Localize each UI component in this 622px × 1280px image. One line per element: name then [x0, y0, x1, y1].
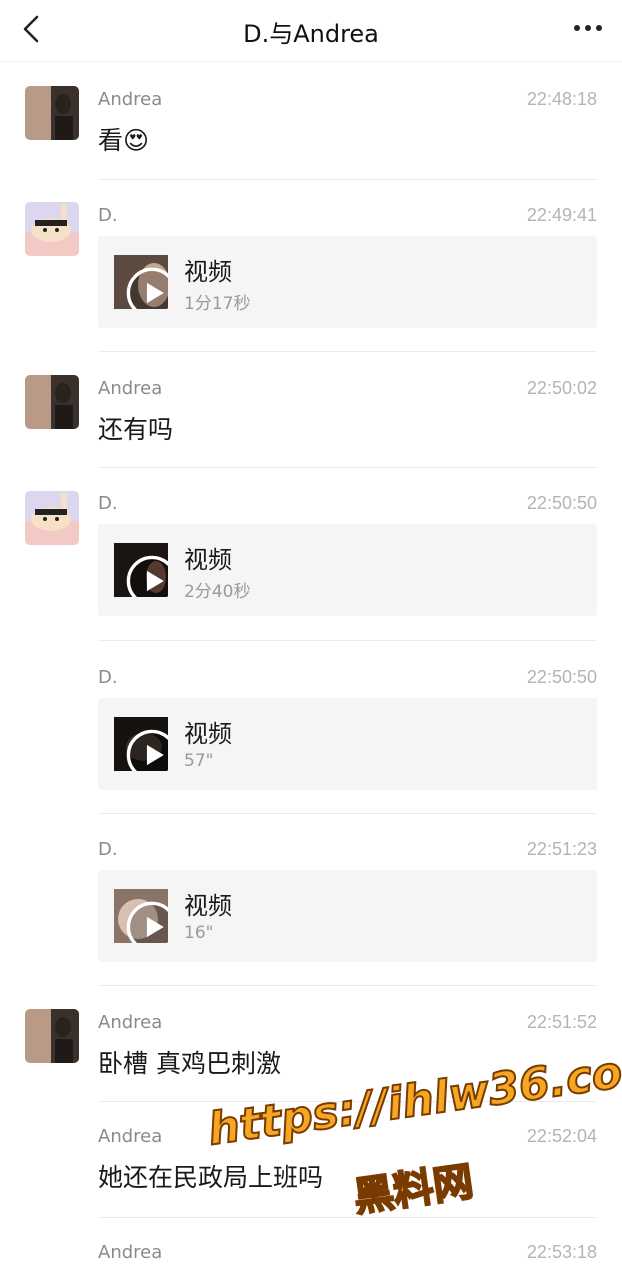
message-time: 22:52:04 [526, 1126, 597, 1146]
video-thumbnail [114, 889, 168, 943]
chat-header: D.与Andrea [0, 0, 622, 62]
message-text[interactable]: 卧槽 真鸡巴刺激 [98, 1044, 281, 1080]
chat-message: Andrea 22:48:18 看😍 [0, 62, 622, 180]
message-time: 22:51:52 [526, 1012, 597, 1032]
chat-message: D. 22:50:50 视频 57" [0, 642, 622, 814]
video-thumbnail [114, 255, 168, 309]
message-time: 22:49:41 [526, 205, 597, 225]
message-time: 22:51:23 [526, 839, 597, 859]
video-duration: 1分17秒 [184, 294, 251, 314]
video-duration: 2分40秒 [184, 582, 251, 602]
video-duration: 57" [184, 751, 214, 771]
message-text[interactable]: 看😍 [98, 121, 149, 157]
avatar-d[interactable] [25, 491, 79, 545]
chat-title: D.与Andrea [243, 20, 379, 48]
sender-name: Andrea [98, 1242, 163, 1263]
sender-name: D. [98, 667, 118, 688]
message-time: 22:48:18 [526, 89, 597, 109]
play-icon [126, 729, 168, 771]
sender-name: D. [98, 839, 118, 860]
message-feed[interactable]: Andrea 22:48:18 看😍 D. 22:49:41 视频 1分17秒 … [0, 62, 622, 1280]
avatar-andrea[interactable] [25, 1009, 79, 1063]
play-icon [126, 555, 168, 597]
video-title: 视频 [184, 258, 232, 286]
video-thumbnail [114, 717, 168, 771]
message-time: 22:53:18 [526, 1242, 597, 1262]
sender-name: Andrea [98, 378, 163, 399]
more-button[interactable] [570, 14, 606, 42]
video-card[interactable]: 视频 2分40秒 [98, 524, 597, 616]
video-duration: 16" [184, 923, 214, 943]
chat-message: Andrea 22:52:04 她还在民政局上班吗 [0, 1102, 622, 1218]
divider [98, 640, 597, 641]
message-text[interactable]: 她还在民政局上班吗 [98, 1158, 323, 1194]
video-title: 视频 [184, 892, 232, 920]
message-text[interactable]: 还有吗 [98, 410, 173, 446]
video-title: 视频 [184, 546, 232, 574]
video-card[interactable]: 视频 1分17秒 [98, 236, 597, 328]
chat-message: Andrea 22:51:52 卧槽 真鸡巴刺激 [0, 986, 622, 1102]
sender-name: Andrea [98, 89, 163, 110]
sender-name: D. [98, 205, 118, 226]
chat-message: D. 22:51:23 视频 16" [0, 814, 622, 986]
play-icon [126, 267, 168, 309]
video-title: 视频 [184, 720, 232, 748]
chat-message: Andrea 22:53:18 [0, 1218, 622, 1280]
video-card[interactable]: 视频 16" [98, 870, 597, 962]
play-icon [126, 901, 168, 943]
video-card[interactable]: 视频 57" [98, 698, 597, 790]
chat-message: D. 22:50:50 视频 2分40秒 [0, 468, 622, 642]
message-time: 22:50:50 [526, 493, 597, 513]
avatar-andrea[interactable] [25, 375, 79, 429]
sender-name: Andrea [98, 1126, 163, 1147]
avatar-andrea[interactable] [25, 86, 79, 140]
chat-message: Andrea 22:50:02 还有吗 [0, 352, 622, 468]
sender-name: Andrea [98, 1012, 163, 1033]
chat-message: D. 22:49:41 视频 1分17秒 [0, 180, 622, 352]
more-dots-icon [574, 25, 602, 31]
message-time: 22:50:02 [526, 378, 597, 398]
message-time: 22:50:50 [526, 667, 597, 687]
sender-name: D. [98, 493, 118, 514]
video-thumbnail [114, 543, 168, 597]
avatar-d[interactable] [25, 202, 79, 256]
